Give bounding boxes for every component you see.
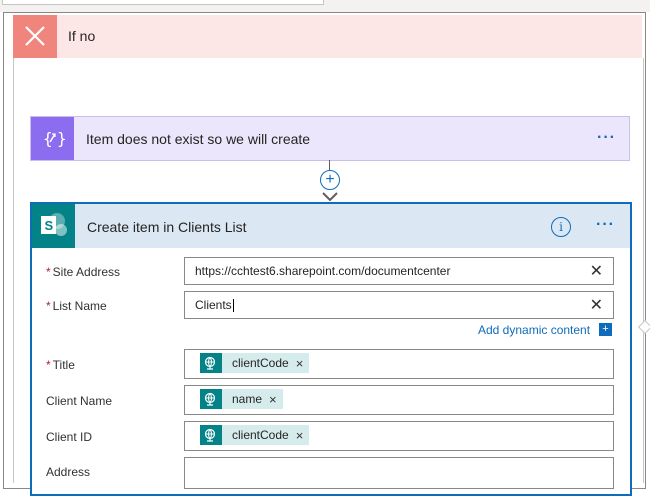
token-label: clientCode (232, 356, 289, 370)
svg-text:}: } (57, 129, 67, 148)
client-id-input[interactable]: clientCode × (184, 421, 614, 451)
site-address-clear-icon[interactable]: ✕ (590, 261, 603, 281)
top-strip (0, 0, 650, 12)
add-dynamic-content-icon[interactable]: + (599, 323, 612, 336)
token-remove-icon[interactable]: × (269, 392, 283, 407)
globe-token-icon (200, 389, 222, 409)
compose-action-card[interactable]: { } Item does not exist so we will creat… (30, 116, 630, 161)
sharepoint-create-item-card: S Create item in Clients List i ··· * Sit… (30, 202, 632, 496)
address-label: Address (46, 465, 91, 479)
card-title: Create item in Clients List (87, 219, 247, 235)
token-remove-icon[interactable]: × (296, 428, 310, 443)
site-address-input[interactable]: https://cchtest6.sharepoint.com/document… (184, 257, 614, 285)
card-more-menu[interactable]: ··· (596, 216, 615, 234)
globe-token-icon (200, 353, 222, 373)
if-no-title: If no (68, 28, 96, 44)
text-caret (232, 299, 234, 313)
dynamic-token[interactable]: clientCode × (200, 353, 310, 373)
sharepoint-card-header[interactable]: S Create item in Clients List i ··· (32, 204, 630, 248)
info-icon[interactable]: i (551, 217, 571, 237)
add-dynamic-content-link[interactable]: Add dynamic content (478, 323, 590, 337)
token-label: clientCode (232, 428, 289, 442)
list-name-label: * List Name (46, 299, 107, 313)
dynamic-token[interactable]: clientCode × (200, 425, 310, 445)
compose-more-menu[interactable]: ··· (597, 129, 616, 147)
title-label: * Title (46, 358, 75, 372)
list-name-input[interactable]: Clients ✕ (184, 291, 614, 319)
close-icon (13, 15, 57, 58)
site-address-value: https://cchtest6.sharepoint.com/document… (195, 264, 451, 278)
client-name-input[interactable]: name × (184, 385, 614, 415)
token-remove-icon[interactable]: × (296, 356, 310, 371)
compose-icon: { } (31, 117, 74, 160)
site-address-label: * Site Address (46, 265, 121, 279)
if-no-header[interactable]: If no (13, 15, 642, 58)
svg-text:S: S (45, 218, 54, 233)
client-name-label: Client Name (46, 394, 113, 408)
compose-title: Item does not exist so we will create (86, 131, 311, 147)
client-id-label: Client ID (46, 430, 93, 444)
list-name-clear-icon[interactable]: ✕ (590, 295, 603, 315)
token-label: name (232, 392, 263, 406)
list-name-value: Clients (195, 298, 232, 312)
insert-step-button[interactable]: + (320, 170, 340, 190)
title-input[interactable]: clientCode × (184, 349, 614, 379)
dynamic-token[interactable]: name × (200, 389, 283, 409)
top-strip-box (2, 0, 324, 5)
globe-token-icon (200, 425, 222, 445)
sharepoint-icon: S (32, 204, 75, 248)
address-input[interactable] (184, 457, 614, 489)
svg-text:{: { (43, 129, 53, 148)
